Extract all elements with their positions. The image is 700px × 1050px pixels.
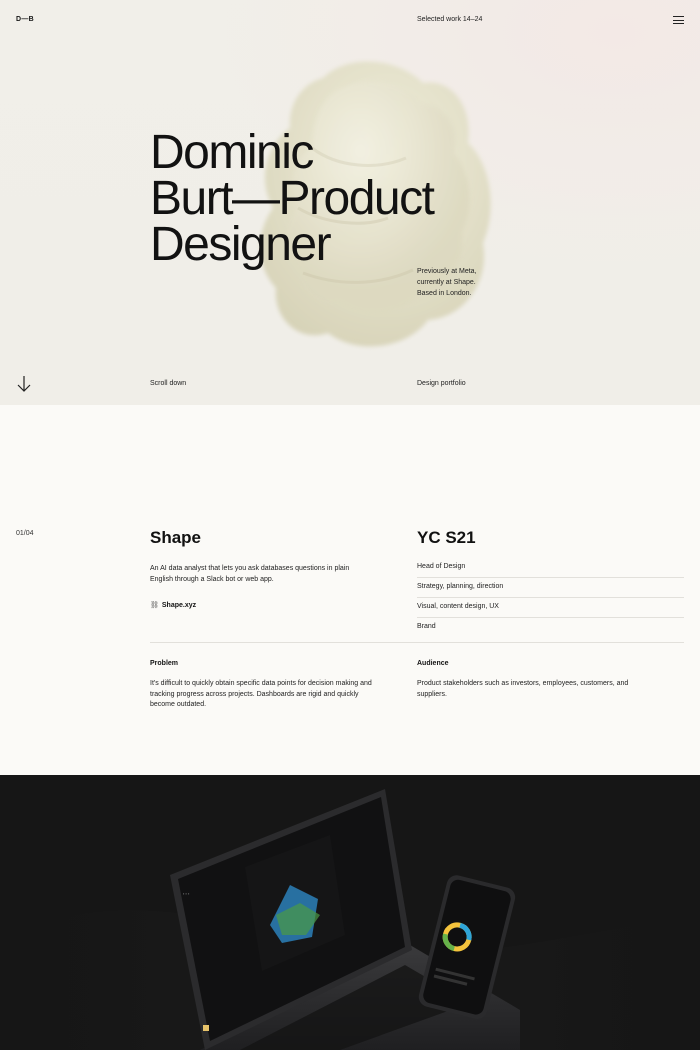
project-counter: 01/04 — [16, 530, 34, 537]
problem-title: Problem — [150, 660, 179, 667]
role-item: Strategy, planning, direction — [417, 581, 684, 598]
section-divider — [150, 642, 684, 643]
app-sidebar-text: ▪ ▪ ▪ — [183, 891, 190, 896]
hero-intro-text: Previously at Meta, currently at Shape. … — [417, 268, 477, 297]
hero-section: D—B Selected work 14–24 Dominic Burt—Pro… — [0, 0, 700, 405]
audience-text: Product stakeholders such as investors, … — [417, 680, 629, 698]
role-item: Visual, content design, UX — [417, 601, 684, 618]
problem-text: It's difficult to quickly obtain specifi… — [150, 680, 372, 708]
roles-list: Head of Design Strategy, planning, direc… — [417, 561, 684, 640]
role-item: Brand — [417, 623, 436, 630]
hero-headline: Dominic Burt—Product Designer — [150, 126, 435, 271]
project-batch: YC S21 — [417, 528, 476, 547]
project-name: Shape — [150, 528, 202, 547]
project-description: An AI data analyst that lets you ask dat… — [150, 565, 350, 583]
site-logo[interactable]: D—B — [16, 16, 34, 23]
role-item: Head of Design — [417, 561, 684, 578]
audience-title: Audience — [417, 660, 449, 667]
project-link[interactable]: ⛓ Shape.xyz — [150, 601, 196, 609]
device-showcase: ▪ ▪ ▪ — [0, 775, 700, 1050]
link-icon: ⛓ — [150, 602, 159, 609]
design-portfolio-label: Design portfolio — [417, 380, 466, 387]
selected-work-label: Selected work 14–24 — [417, 16, 483, 23]
hamburger-menu-icon[interactable] — [673, 16, 684, 25]
project-link-text[interactable]: Shape.xyz — [162, 602, 196, 609]
project-section: 01/04 Shape An AI data analyst that lets… — [0, 405, 700, 775]
laptop-and-phone-mockup: ▪ ▪ ▪ — [0, 789, 700, 1050]
arrow-down-icon[interactable] — [16, 375, 32, 393]
scroll-down-label[interactable]: Scroll down — [150, 380, 186, 387]
